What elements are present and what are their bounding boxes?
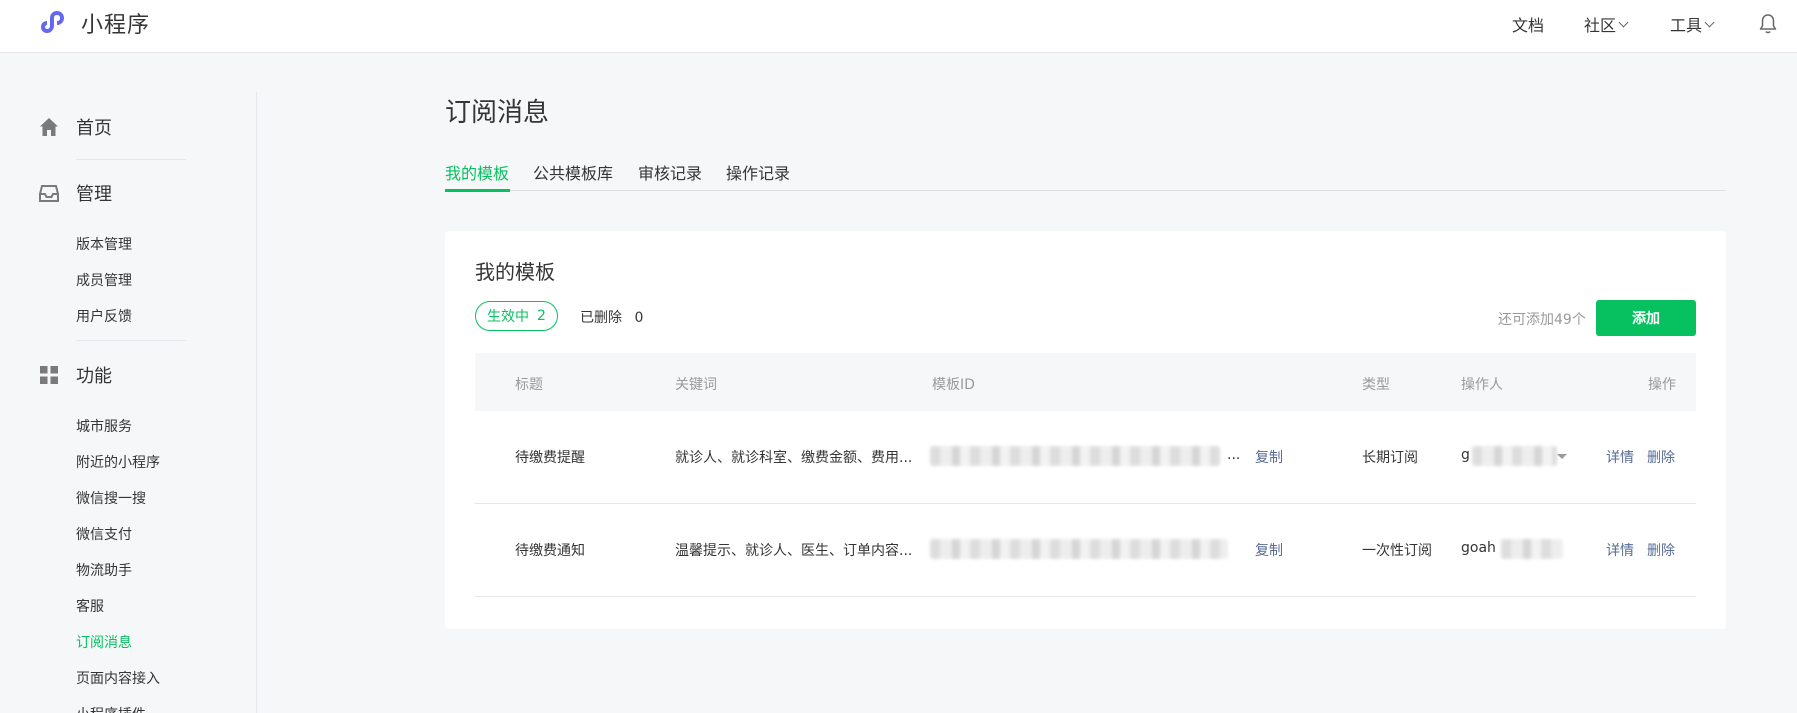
col-type: 类型 [1362, 377, 1390, 393]
table-header: 标题 关键词 模板ID 类型 操作人 操作 [475, 353, 1696, 411]
col-actions: 操作 [1648, 377, 1676, 393]
filter-active-label: 生效中 [487, 309, 530, 325]
nav-community-label: 社区 [1584, 16, 1617, 35]
page-title: 订阅消息 [445, 98, 550, 128]
sidebar-divider [76, 159, 186, 160]
sidebar-item-manage-label: 管理 [76, 184, 112, 205]
sidebar-item-home[interactable]: 首页 [38, 114, 112, 140]
tab-bar: 我的模板 公共模板库 审核记录 操作记录 [445, 156, 1726, 192]
add-button[interactable]: 添加 [1596, 300, 1696, 336]
tab-my-templates[interactable]: 我的模板 [445, 160, 509, 184]
filter-deleted[interactable]: 已删除 0 [580, 307, 643, 327]
col-operator: 操作人 [1461, 377, 1503, 393]
sidebar-item-nearby[interactable]: 附近的小程序 [76, 452, 160, 472]
col-title: 标题 [515, 377, 543, 393]
table-row: 待缴费通知 温馨提示、就诊人、医生、订单内容... 复制 一次性订阅 goah … [475, 504, 1696, 597]
tab-operation-records[interactable]: 操作记录 [726, 160, 790, 184]
detail-link[interactable]: 详情 [1606, 447, 1634, 467]
table-row: 待缴费提醒 就诊人、就诊科室、缴费金额、费用... ... 复制 长期订阅 g … [475, 411, 1696, 504]
row-operator: g [1461, 447, 1470, 463]
remaining-quota: 还可添加49个 [1498, 312, 1586, 328]
nav-docs[interactable]: 文档 [1512, 12, 1544, 36]
sidebar-item-home-label: 首页 [76, 118, 112, 139]
row-template-id: ... [1227, 447, 1241, 463]
sidebar-item-features-label: 功能 [76, 366, 112, 387]
mini-program-logo-icon [41, 11, 64, 33]
sidebar-item-logistics[interactable]: 物流助手 [76, 560, 132, 580]
sidebar-item-wechat-search[interactable]: 微信搜一搜 [76, 488, 146, 508]
copy-button[interactable]: 复制 [1255, 540, 1283, 560]
nav-docs-label: 文档 [1512, 16, 1545, 35]
col-template-id: 模板ID [932, 377, 975, 393]
card-title: 我的模板 [475, 260, 555, 284]
nav-community[interactable]: 社区 [1584, 12, 1629, 36]
sidebar-item-wechat-pay[interactable]: 微信支付 [76, 524, 132, 544]
sidebar-item-city-service[interactable]: 城市服务 [76, 416, 132, 436]
sidebar-item-manage[interactable]: 管理 [38, 180, 112, 206]
sidebar-item-features[interactable]: 功能 [38, 362, 112, 388]
top-bar: 小程序 文档 社区 工具 [0, 0, 1797, 53]
row-keywords: 就诊人、就诊科室、缴费金额、费用... [675, 450, 913, 466]
operator-redacted [1472, 446, 1557, 466]
delete-link[interactable]: 删除 [1647, 540, 1675, 560]
sidebar-item-feedback[interactable]: 用户反馈 [76, 306, 132, 326]
logo[interactable]: 小程序 [38, 6, 150, 40]
row-type: 一次性订阅 [1362, 543, 1432, 559]
bell-icon[interactable] [1758, 13, 1778, 35]
templates-card: 我的模板 生效中 2 已删除 0 还可添加49个 添加 标题 关键词 模板ID … [445, 231, 1726, 629]
row-title: 待缴费通知 [515, 543, 585, 559]
operator-redacted [1501, 539, 1563, 559]
detail-link[interactable]: 详情 [1606, 540, 1634, 560]
sidebar-divider [76, 340, 186, 341]
tab-public-library[interactable]: 公共模板库 [533, 160, 613, 184]
template-id-redacted [930, 446, 1220, 466]
sidebar-item-page-content[interactable]: 页面内容接入 [76, 668, 160, 688]
chevron-down-icon [1618, 17, 1629, 27]
copy-button[interactable]: 复制 [1255, 447, 1283, 467]
nav-tools[interactable]: 工具 [1670, 12, 1715, 36]
row-keywords: 温馨提示、就诊人、医生、订单内容... [675, 543, 913, 559]
sidebar-item-subscribe-message[interactable]: 订阅消息 [76, 632, 132, 652]
row-title: 待缴费提醒 [515, 450, 585, 466]
tab-active-indicator [445, 189, 510, 192]
delete-link[interactable]: 删除 [1647, 447, 1675, 467]
tab-review-records[interactable]: 审核记录 [638, 160, 702, 184]
sidebar-item-customer-service[interactable]: 客服 [76, 596, 104, 616]
caret-down-icon[interactable] [1557, 454, 1567, 459]
filter-deleted-label: 已删除 [580, 310, 622, 326]
sidebar-item-version[interactable]: 版本管理 [76, 234, 132, 254]
chevron-down-icon [1704, 17, 1715, 27]
sidebar-item-members[interactable]: 成员管理 [76, 270, 132, 290]
sidebar-item-plugins[interactable]: 小程序插件 [76, 704, 146, 713]
sidebar: 首页 管理 版本管理 成员管理 用户反馈 功能 城市服务 附近的小程序 微信搜一… [0, 92, 257, 713]
col-keywords: 关键词 [675, 377, 717, 393]
grid-icon [38, 364, 60, 386]
nav-tools-label: 工具 [1670, 16, 1703, 35]
inbox-icon [38, 182, 60, 204]
app-name: 小程序 [81, 13, 151, 38]
row-operator: goah [1461, 540, 1496, 556]
template-id-redacted [930, 539, 1228, 559]
filter-deleted-count: 0 [634, 310, 644, 326]
row-type: 长期订阅 [1362, 450, 1418, 466]
home-icon [38, 116, 60, 138]
filter-active[interactable]: 生效中 2 [475, 301, 558, 331]
filter-active-count: 2 [537, 308, 546, 324]
